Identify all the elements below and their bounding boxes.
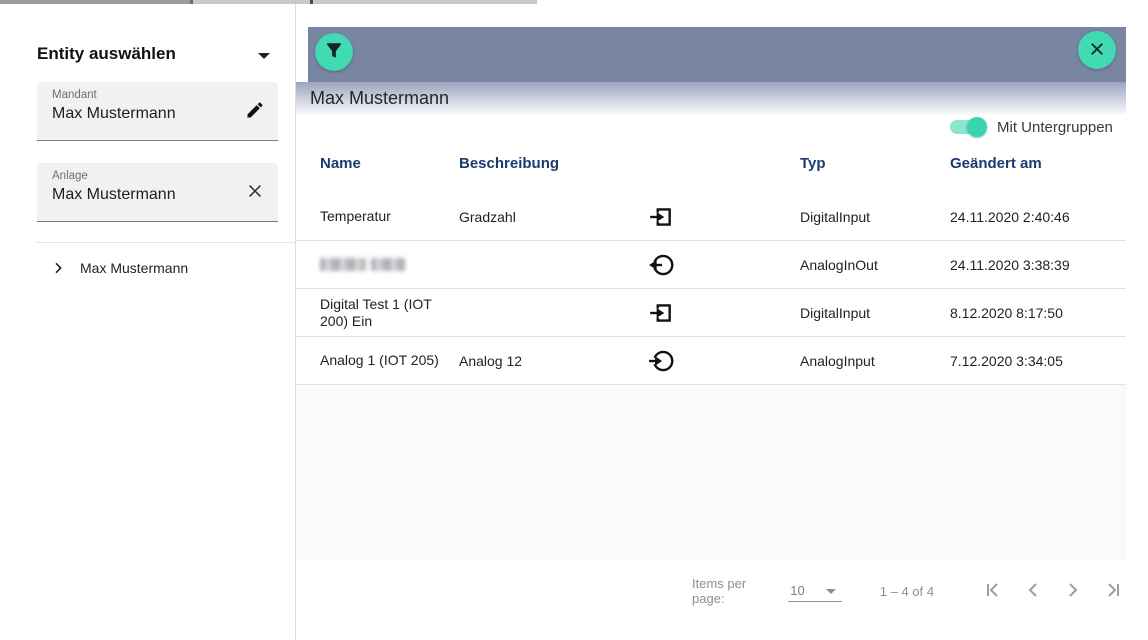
paginator: Items per page: 10 1 – 4 of 4: [692, 578, 1126, 604]
collapse-caret-icon[interactable]: [258, 53, 270, 59]
edit-mandant-button[interactable]: [242, 98, 268, 124]
anlage-field-value: Max Mustermann: [52, 186, 176, 204]
cell-typ: AnalogInOut: [800, 241, 940, 288]
column-header-modified[interactable]: Geändert am: [950, 155, 1042, 172]
sidebar-divider: [36, 242, 296, 243]
panel-header-bar: [308, 27, 1126, 82]
cell-modified: 24.11.2020 2:40:46: [950, 193, 1120, 240]
sign-out-circle-icon: [646, 241, 676, 288]
select-caret-icon: [826, 589, 836, 594]
tree-item-max-mustermann[interactable]: Max Mustermann: [46, 252, 286, 284]
cell-name-redacted: [320, 241, 446, 288]
cell-modified: 7.12.2020 3:34:05: [950, 337, 1120, 384]
entity-sidebar: Entity auswählen Mandant Max Mustermann …: [0, 4, 296, 640]
page-size-value: 10: [790, 583, 804, 598]
column-header-name[interactable]: Name: [320, 155, 361, 172]
cell-modified: 24.11.2020 3:38:39: [950, 241, 1120, 288]
cell-description: [459, 241, 619, 288]
cell-description: Gradzahl: [459, 193, 619, 240]
chevron-right-icon[interactable]: [50, 260, 66, 276]
table-body: Temperatur Gradzahl DigitalInput 24.11.2…: [296, 193, 1126, 385]
anlage-field[interactable]: Anlage Max Mustermann: [37, 163, 278, 222]
table-empty-area: [296, 385, 1126, 561]
toggle-thumb[interactable]: [967, 117, 987, 137]
cell-description: Analog 12: [459, 337, 619, 384]
filter-funnel-icon: [323, 40, 345, 65]
clear-anlage-button[interactable]: [242, 179, 268, 205]
cell-name: Digital Test 1 (IOT 200) Ein: [320, 289, 446, 336]
tree-item-label: Max Mustermann: [80, 260, 188, 276]
paginator-footer: Items per page: 10 1 – 4 of 4: [296, 561, 1126, 640]
panel-subheader-gradient: Max Mustermann: [296, 82, 1126, 116]
chevron-right-icon: [1061, 578, 1085, 605]
column-header-typ[interactable]: Typ: [800, 155, 826, 172]
table-row[interactable]: Temperatur Gradzahl DigitalInput 24.11.2…: [296, 193, 1126, 241]
mandant-field-value: Max Mustermann: [52, 105, 176, 123]
cell-name: Analog 1 (IOT 205): [320, 337, 446, 384]
next-page-button[interactable]: [1060, 578, 1086, 604]
mandant-field[interactable]: Mandant Max Mustermann: [37, 82, 278, 141]
filter-button[interactable]: [315, 33, 353, 71]
table-header-row: Name Beschreibung Typ Geändert am: [296, 150, 1126, 180]
column-header-description[interactable]: Beschreibung: [459, 155, 559, 172]
subgroups-toggle-row: Mit Untergruppen: [950, 117, 1113, 137]
page-size-select[interactable]: 10: [788, 580, 842, 602]
subgroups-toggle[interactable]: [950, 117, 990, 137]
sign-in-circle-icon: [646, 337, 676, 384]
cell-typ: DigitalInput: [800, 193, 940, 240]
paginator-buttons: [966, 578, 1126, 604]
table-row[interactable]: Analog 1 (IOT 205) Analog 12 AnalogInput…: [296, 337, 1126, 385]
first-page-icon: [981, 578, 1005, 605]
table-row[interactable]: Digital Test 1 (IOT 200) Ein DigitalInpu…: [296, 289, 1126, 337]
cell-name: Temperatur: [320, 193, 446, 240]
sign-in-box-icon: [646, 289, 676, 336]
sidebar-title: Entity auswählen: [37, 44, 176, 64]
page-range-label: 1 – 4 of 4: [880, 584, 934, 599]
clear-x-icon: [245, 181, 265, 204]
cell-typ: AnalogInput: [800, 337, 940, 384]
items-per-page-label: Items per page:: [692, 576, 778, 606]
edit-pencil-icon: [245, 100, 265, 123]
redacted-name-blur: [320, 258, 405, 271]
table-row[interactable]: AnalogInOut 24.11.2020 3:38:39: [296, 241, 1126, 289]
panel-title: Max Mustermann: [310, 88, 449, 109]
mandant-field-label: Mandant: [52, 89, 97, 101]
sign-in-box-icon: [646, 193, 676, 240]
last-page-button[interactable]: [1100, 578, 1126, 604]
cell-description: [459, 289, 619, 336]
previous-page-button[interactable]: [1020, 578, 1046, 604]
cell-modified: 8.12.2020 8:17:50: [950, 289, 1120, 336]
anlage-field-label: Anlage: [52, 170, 88, 182]
entity-detail-panel: Max Mustermann Mit Untergruppen Name Bes…: [296, 27, 1126, 640]
subgroups-toggle-label: Mit Untergruppen: [997, 119, 1113, 136]
chevron-left-icon: [1021, 578, 1045, 605]
browser-tab-text-remnant: [310, 0, 313, 4]
cell-typ: DigitalInput: [800, 289, 940, 336]
last-page-icon: [1101, 578, 1125, 605]
close-panel-button[interactable]: [1078, 31, 1116, 69]
close-x-icon: [1088, 40, 1106, 61]
first-page-button[interactable]: [980, 578, 1006, 604]
